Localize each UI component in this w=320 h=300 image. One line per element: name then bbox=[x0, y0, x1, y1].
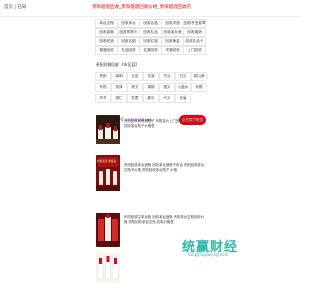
listing-description[interactable]: 贵阳回收茅台酒瓶子 贵阳高价上门回收茅台空瓶 贵阳回收茅台瓶子价格表 bbox=[124, 119, 206, 129]
city-link[interactable]: 贵阳 bbox=[95, 72, 111, 81]
listing-thumbnail[interactable]: 收藏老酒·收藏品 bbox=[96, 155, 120, 191]
category-link[interactable]: 礼品回收 bbox=[117, 46, 140, 55]
category-link[interactable]: 名酒回收 bbox=[139, 46, 162, 55]
category-link[interactable]: 回收茅台 bbox=[117, 19, 140, 28]
city-link[interactable]: 开阳 bbox=[95, 83, 111, 92]
home-link[interactable]: 首页 | 已知 bbox=[4, 4, 26, 10]
category-link[interactable]: 回收茅台酒 bbox=[161, 28, 184, 37]
city-link[interactable]: 南明 bbox=[111, 72, 127, 81]
category-link[interactable]: 回收礼品 bbox=[139, 28, 162, 37]
city-link[interactable]: 乌当 bbox=[159, 72, 175, 81]
city-link[interactable]: 凯里 bbox=[127, 94, 143, 103]
section-title: 贵阳同城回收 【市区县】 bbox=[96, 62, 139, 67]
category-link[interactable]: 回收礼品卡 bbox=[183, 37, 206, 46]
city-link[interactable]: 观山湖 bbox=[191, 72, 207, 81]
top-bar: 首页 | 已知 贵阳烟酒回收_贵阳烟酒回收价格_贵阳烟酒回收店 bbox=[0, 0, 300, 17]
thumbnail-caption: 收藏老酒·收藏品 bbox=[97, 160, 116, 163]
city-link[interactable]: 修文 bbox=[127, 83, 143, 92]
category-link[interactable]: 回收购物卡 bbox=[117, 28, 140, 37]
city-link[interactable]: 息烽 bbox=[111, 83, 127, 92]
category-link[interactable]: 回收烟酒 bbox=[183, 28, 206, 37]
city-link[interactable]: 安顺 bbox=[191, 83, 207, 92]
category-link[interactable]: 回收红酒 bbox=[139, 37, 162, 46]
category-link[interactable]: 烟酒回收 bbox=[95, 46, 118, 55]
category-link[interactable]: 回收香烟 bbox=[95, 28, 118, 37]
moutai-bottles-image bbox=[96, 253, 120, 283]
listing-thumbnail[interactable] bbox=[96, 115, 120, 144]
site-title[interactable]: 贵阳烟酒回收_贵阳烟酒回收价格_贵阳烟酒回收店 bbox=[92, 4, 191, 10]
category-link[interactable]: 茅台空瓶 bbox=[95, 19, 118, 28]
category-link[interactable]: 回收名烟 bbox=[117, 37, 140, 46]
liquor-bottles-image bbox=[96, 115, 120, 144]
city-link[interactable]: 铜仁 bbox=[111, 94, 127, 103]
category-link[interactable]: 回收老酒 bbox=[95, 37, 118, 46]
city-link[interactable]: 云岩 bbox=[127, 72, 143, 81]
watermark-domain: tongyingcaijing.com bbox=[188, 252, 229, 257]
listing-description[interactable]: 贵阳回收空茅台瓶 回收茅台酒瓶 贵阳茅台空瓶回收价格 贵阳回收茅台空瓶 回收价格… bbox=[124, 215, 206, 225]
city-link[interactable]: 清镇 bbox=[143, 83, 159, 92]
liquor-boxes-image bbox=[96, 213, 120, 247]
category-link[interactable]: 回收黄金 bbox=[161, 37, 184, 46]
listing-thumbnail[interactable] bbox=[96, 213, 120, 247]
city-link[interactable]: 六盘水 bbox=[175, 83, 191, 92]
city-link[interactable]: 白云 bbox=[175, 72, 191, 81]
listing-description[interactable]: 贵阳回收茅台酒瓶 回收茅台酒瓶子电话 贵阳回收茅台空瓶子价格 贵阳回收茅台瓶子 … bbox=[124, 163, 206, 173]
city-link[interactable]: 都匀 bbox=[143, 94, 159, 103]
category-link[interactable]: 洋酒回收 bbox=[161, 46, 184, 55]
category-link[interactable]: 回收名酒 bbox=[139, 19, 162, 28]
watermark: 统赢财经 tongyingcaijing.com bbox=[182, 236, 272, 258]
city-link[interactable]: 毕节 bbox=[95, 94, 111, 103]
city-link[interactable]: 花溪 bbox=[143, 72, 159, 81]
category-link[interactable]: 上门回收 bbox=[183, 46, 206, 55]
city-link[interactable]: 全省 bbox=[175, 94, 191, 103]
city-link[interactable]: 兴义 bbox=[159, 94, 175, 103]
category-link[interactable]: 回收洋酒 bbox=[161, 19, 184, 28]
listing-thumbnail[interactable] bbox=[96, 253, 120, 283]
category-link[interactable]: 回收冬虫夏草 bbox=[183, 19, 206, 28]
city-link[interactable]: 遵义 bbox=[159, 83, 175, 92]
